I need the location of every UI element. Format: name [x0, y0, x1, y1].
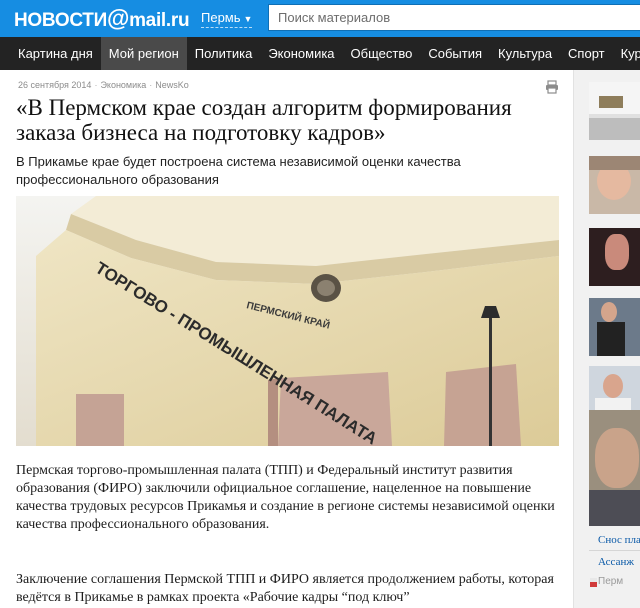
article-rubric[interactable]: Экономика: [100, 80, 146, 90]
rail-divider: [589, 550, 640, 551]
logo-right: mail.ru: [129, 10, 190, 31]
logo-at: @: [106, 5, 130, 31]
nav-item[interactable]: Культура: [490, 37, 560, 70]
news-thumbnail[interactable]: [589, 228, 640, 286]
news-thumbnail[interactable]: [589, 82, 640, 140]
nav-item[interactable]: Политика: [187, 37, 261, 70]
logo-left: НОВОСТИ: [14, 10, 107, 31]
news-thumbnail[interactable]: [589, 298, 640, 356]
region-flag-icon: [590, 578, 597, 587]
article-meta: 26 сентября 2014 · Экономика · NewsKo: [18, 80, 189, 90]
print-icon[interactable]: [545, 80, 559, 94]
chevron-down-icon: ▼: [243, 14, 253, 24]
main-nav: Картина дня Мой регион Политика Экономика Об…: [0, 37, 640, 70]
nav-item[interactable]: Картина дня: [0, 37, 101, 70]
article-paragraph-2: Заключение соглашения Пермской ТПП и ФИР…: [16, 572, 554, 605]
article-headline: «В Пермском крае создан алгоритм формиро…: [16, 95, 512, 145]
nav-item[interactable]: Курсы: [613, 37, 640, 70]
nav-item[interactable]: Мой регион: [100, 37, 187, 70]
nav-item[interactable]: Спорт: [560, 37, 613, 70]
article-source[interactable]: NewsKo: [155, 80, 189, 90]
rail-news-link[interactable]: Снос пла: [598, 534, 640, 546]
rail-news-link[interactable]: Ассанж: [598, 556, 634, 568]
top-bar: НОВОСТИ@mail.ru Пермь ▼: [0, 0, 640, 37]
article-paragraph-1: Пермская торгово-промышленная палата (ТП…: [16, 463, 555, 532]
nav-item[interactable]: События: [420, 37, 490, 70]
meta-separator: ·: [149, 80, 153, 90]
article-photo[interactable]: ПЕРМСКИЙ КРАЙ ТОРГОВО - ПРОМЫШЛЕННАЯ ПАЛ…: [16, 196, 559, 446]
news-thumbnail[interactable]: [589, 410, 640, 526]
site-logo[interactable]: НОВОСТИ@mail.ru: [14, 5, 190, 32]
nav-item[interactable]: Экономика: [260, 37, 342, 70]
region-label: Пермь: [201, 10, 241, 25]
right-rail: Снос пла Ассанж Перм: [573, 70, 640, 608]
rail-source: Перм: [598, 576, 624, 587]
news-thumbnail[interactable]: [589, 156, 640, 214]
meta-separator: ·: [94, 80, 98, 90]
article-date: 26 сентября 2014: [18, 80, 92, 90]
search-input[interactable]: [268, 4, 640, 31]
article-lead: В Прикамье крае будет построена система …: [16, 154, 461, 187]
region-selector[interactable]: Пермь ▼: [201, 10, 253, 28]
nav-item[interactable]: Общество: [343, 37, 421, 70]
